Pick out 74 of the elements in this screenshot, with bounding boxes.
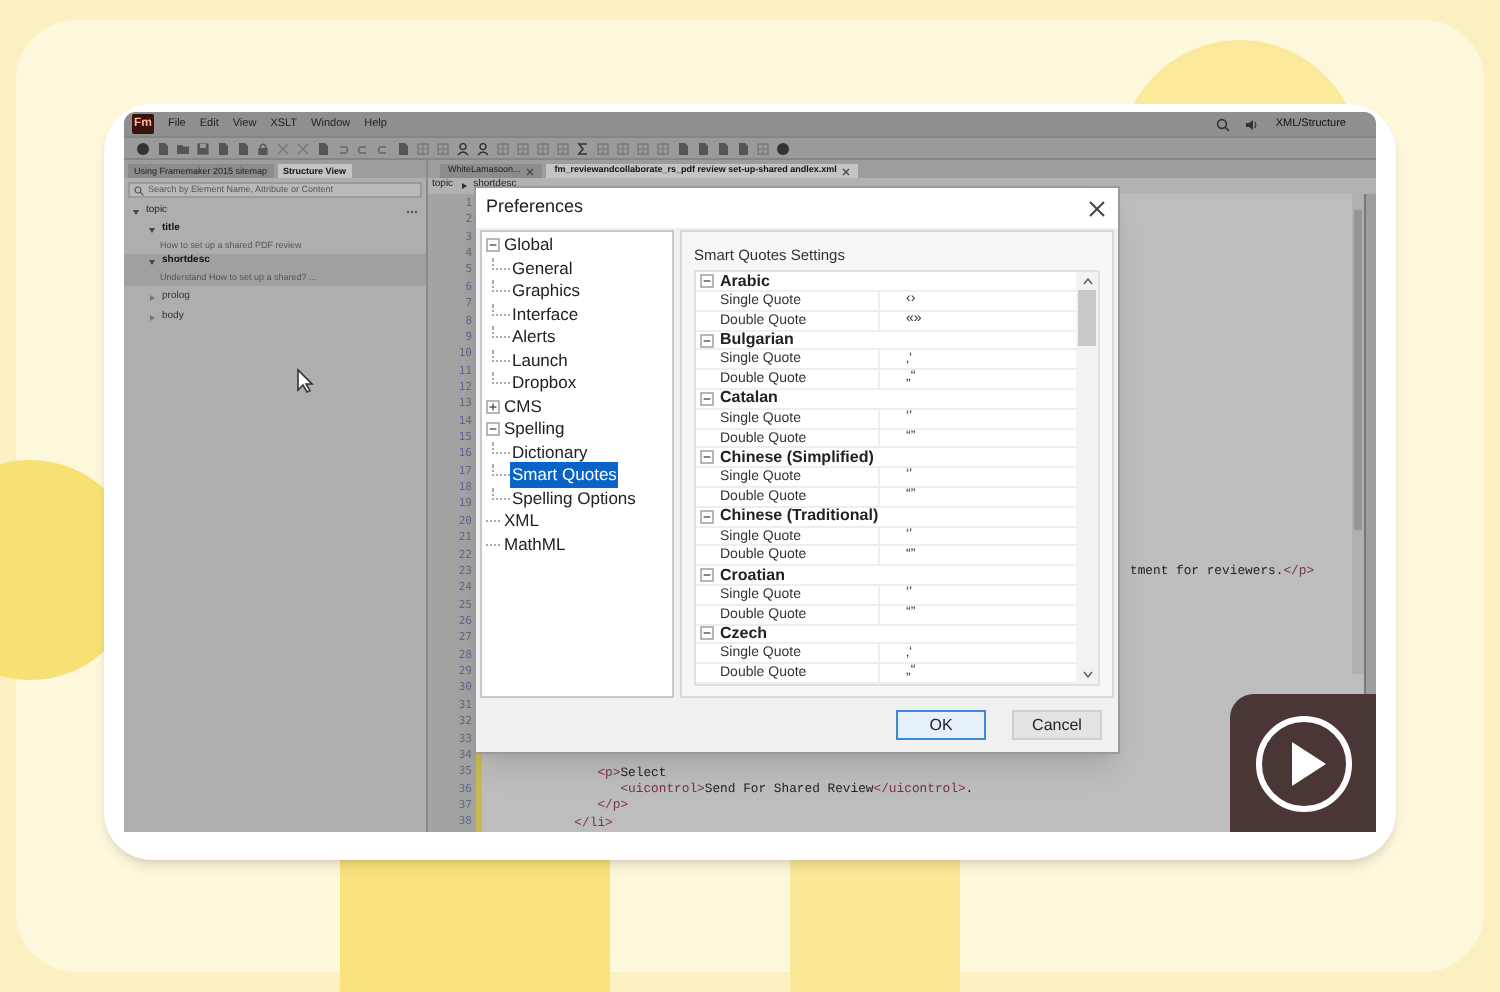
tree-item[interactable]: Smart Quotes bbox=[510, 462, 619, 489]
speaker-icon[interactable] bbox=[1243, 117, 1258, 131]
sigma-icon[interactable] bbox=[576, 141, 590, 155]
grid-icon[interactable] bbox=[496, 141, 510, 155]
expand-icon[interactable] bbox=[486, 399, 500, 414]
language-name: Chinese (Traditional) bbox=[720, 504, 879, 529]
tree-item[interactable]: CMS bbox=[502, 393, 544, 420]
language-name: Catalan bbox=[720, 386, 778, 411]
language-name: Czech bbox=[720, 622, 768, 645]
grid-icon[interactable] bbox=[596, 141, 610, 155]
expanded-arrow-icon[interactable] bbox=[132, 208, 140, 216]
tree-item[interactable]: Dictionary bbox=[510, 439, 590, 466]
grid-icon[interactable] bbox=[516, 141, 530, 155]
folder-icon[interactable] bbox=[176, 141, 190, 155]
expanded-arrow-icon[interactable] bbox=[148, 226, 156, 234]
collapse-icon[interactable] bbox=[700, 391, 714, 406]
grid-icon[interactable] bbox=[636, 141, 650, 155]
tree-item[interactable]: General bbox=[510, 255, 575, 282]
collapse-icon[interactable] bbox=[700, 626, 714, 641]
grid-icon[interactable] bbox=[536, 141, 550, 155]
language-name: Croatian bbox=[720, 563, 785, 587]
scroll-down-icon[interactable] bbox=[1081, 670, 1093, 680]
person-icon[interactable] bbox=[476, 141, 490, 155]
expanded-arrow-icon[interactable] bbox=[148, 258, 156, 266]
scroll-up-icon[interactable] bbox=[1081, 276, 1093, 287]
scrollbar-thumb[interactable] bbox=[1078, 290, 1096, 347]
tree-item[interactable]: Launch bbox=[510, 347, 570, 374]
collapse-icon[interactable] bbox=[700, 450, 714, 465]
language-name: Arabic bbox=[720, 272, 770, 293]
language-name: Chinese (Simplified) bbox=[720, 445, 874, 469]
collapse-icon[interactable] bbox=[700, 509, 714, 524]
close-icon[interactable] bbox=[1088, 199, 1106, 217]
collapsed-arrow-icon[interactable] bbox=[148, 314, 156, 322]
document-icon[interactable] bbox=[396, 141, 410, 155]
tree-item[interactable]: Dropbox bbox=[510, 370, 579, 397]
close-icon[interactable] bbox=[842, 167, 851, 175]
tree-item[interactable]: Global bbox=[502, 232, 556, 259]
grid-icon[interactable] bbox=[616, 141, 630, 155]
tree-item[interactable]: Alerts bbox=[510, 324, 558, 351]
dialog-button[interactable]: OK bbox=[896, 710, 986, 740]
grid-icon[interactable] bbox=[436, 141, 450, 155]
dialog-title: Preferences bbox=[486, 194, 584, 221]
grid-icon[interactable] bbox=[416, 141, 430, 155]
collapse-icon[interactable] bbox=[700, 568, 714, 583]
save-icon[interactable] bbox=[196, 141, 210, 155]
lock-icon[interactable] bbox=[256, 141, 270, 155]
grid-icon[interactable] bbox=[756, 141, 770, 155]
dialog-button[interactable]: Cancel bbox=[1012, 710, 1102, 740]
collapse-icon[interactable] bbox=[486, 422, 500, 437]
document-icon[interactable] bbox=[316, 141, 330, 155]
document-icon[interactable] bbox=[156, 141, 170, 155]
tree-item[interactable]: Spelling bbox=[502, 416, 567, 443]
x-icon[interactable] bbox=[296, 141, 310, 155]
collapsed-arrow-icon[interactable] bbox=[148, 294, 156, 302]
grid-icon[interactable] bbox=[656, 141, 670, 155]
scrollbar-thumb[interactable] bbox=[1354, 210, 1362, 530]
x-icon[interactable] bbox=[276, 141, 290, 155]
tree-item[interactable]: Interface bbox=[510, 301, 581, 328]
tree-item[interactable]: Graphics bbox=[510, 278, 583, 305]
collapse-icon[interactable] bbox=[700, 274, 714, 289]
search-icon bbox=[134, 185, 144, 195]
play-button[interactable] bbox=[1230, 694, 1376, 832]
language-name: Bulgarian bbox=[720, 328, 794, 351]
collapse-icon[interactable] bbox=[486, 238, 500, 253]
tree-item[interactable]: XML bbox=[502, 508, 541, 535]
chevron-icon bbox=[459, 182, 468, 190]
play-icon bbox=[1253, 713, 1353, 813]
person-icon[interactable] bbox=[456, 141, 470, 155]
search-icon[interactable] bbox=[1215, 117, 1230, 131]
cursor-icon bbox=[296, 368, 314, 394]
tree-item[interactable]: MathML bbox=[502, 531, 568, 558]
tree-item[interactable]: Spelling Options bbox=[510, 485, 638, 512]
grid-icon[interactable] bbox=[556, 141, 570, 155]
collapse-icon[interactable] bbox=[700, 333, 714, 348]
